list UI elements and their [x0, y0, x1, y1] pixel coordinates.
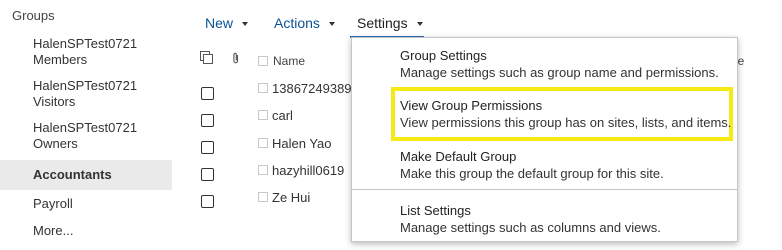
nav-item-accountants[interactable]: Accountants [0, 160, 172, 190]
menu-item-title: Group Settings [400, 48, 487, 63]
row-checkbox[interactable] [201, 87, 214, 100]
member-name[interactable]: Halen Yao [272, 136, 332, 151]
nav-item-owners-line2: Owners [33, 136, 78, 151]
menu-item-make-default-group[interactable]: Make Default Group Make this group the d… [400, 148, 735, 182]
row-checkbox[interactable] [201, 114, 214, 127]
attachment-icon [233, 52, 239, 64]
row-item-checkbox[interactable] [258, 83, 268, 93]
menu-item-group-settings[interactable]: Group Settings Manage settings such as g… [400, 47, 735, 81]
nav-item-visitors[interactable]: HalenSPTest0721 Visitors [0, 78, 172, 110]
settings-dropdown-menu: Group Settings Manage settings such as g… [351, 37, 738, 242]
menu-item-title: View Group Permissions [400, 98, 543, 113]
nav-item-visitors-line2: Visitors [33, 94, 76, 109]
menu-item-list-settings[interactable]: List Settings Manage settings such as co… [400, 202, 735, 236]
new-button[interactable]: New [205, 15, 249, 31]
nav-item-owners-line1: HalenSPTest0721 [33, 120, 138, 135]
row-item-checkbox[interactable] [258, 165, 268, 175]
menu-item-description: Manage settings such as group name and p… [400, 65, 719, 80]
chevron-down-icon [328, 22, 335, 27]
row-checkbox[interactable] [201, 195, 214, 208]
settings-button-label: Settings [357, 15, 408, 31]
nav-item-owners[interactable]: HalenSPTest0721 Owners [0, 120, 172, 152]
nav-item-members[interactable]: HalenSPTest0721 Members [0, 36, 172, 68]
column-header-name[interactable]: Name [273, 54, 305, 68]
settings-button[interactable]: Settings [357, 15, 423, 31]
document-type-icon [200, 51, 213, 64]
new-button-label: New [205, 15, 234, 31]
chevron-down-icon [416, 22, 423, 27]
row-item-checkbox[interactable] [258, 138, 268, 148]
nav-item-payroll[interactable]: Payroll [0, 196, 172, 212]
menu-item-description: Make this group the default group for th… [400, 166, 664, 181]
row-checkbox[interactable] [201, 168, 214, 181]
member-name[interactable]: Ze Hui [272, 190, 310, 205]
row-item-checkbox[interactable] [258, 192, 268, 202]
menu-item-view-group-permissions[interactable]: View Group Permissions View permissions … [400, 97, 735, 131]
menu-item-description: View permissions this group has on sites… [400, 115, 732, 130]
menu-separator [352, 189, 737, 190]
row-item-checkbox[interactable] [258, 110, 268, 120]
chevron-down-icon [242, 22, 249, 27]
menu-item-description: Manage settings such as columns and view… [400, 220, 661, 235]
member-name[interactable]: 13867249389 [272, 81, 352, 96]
nav-item-more[interactable]: More... [0, 223, 172, 239]
member-name[interactable]: carl [272, 108, 293, 123]
toolbar: New Actions Settings [0, 0, 782, 40]
actions-button-label: Actions [274, 15, 320, 31]
actions-button[interactable]: Actions [274, 15, 335, 31]
nav-item-members-line2: Members [33, 52, 88, 67]
row-checkbox[interactable] [201, 141, 214, 154]
nav-item-visitors-line1: HalenSPTest0721 [33, 78, 138, 93]
select-all-checkbox[interactable] [258, 56, 268, 66]
menu-item-title: Make Default Group [400, 149, 517, 164]
menu-item-title: List Settings [400, 203, 471, 218]
member-name[interactable]: hazyhill0619 [272, 163, 344, 178]
